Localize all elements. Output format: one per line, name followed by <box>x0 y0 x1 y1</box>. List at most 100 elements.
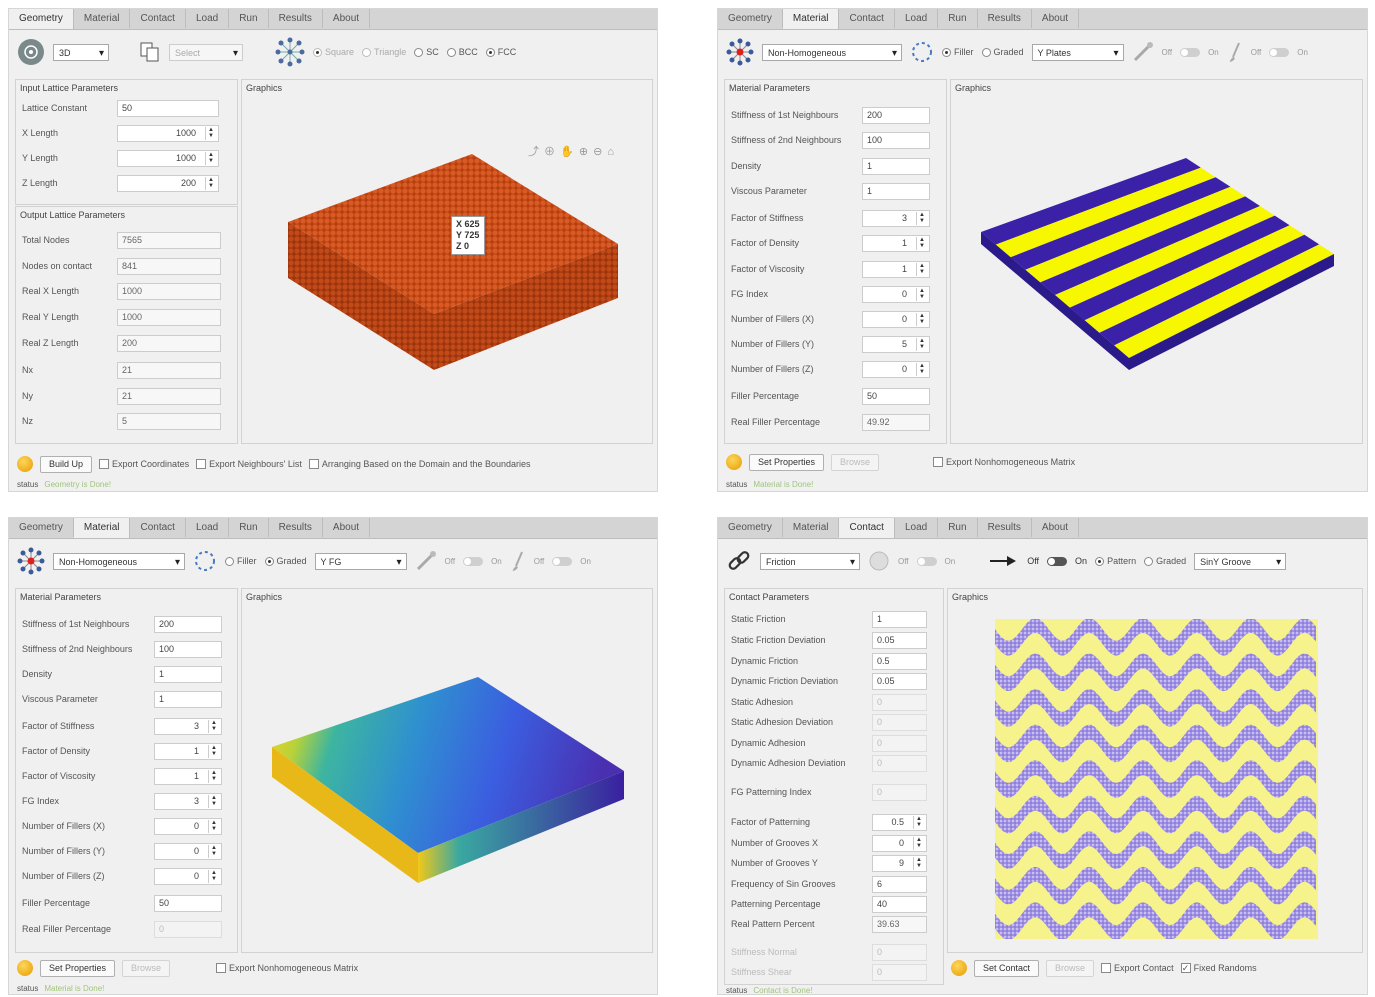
sin-groove-frequency-input[interactable]: 6 <box>872 876 927 893</box>
pattern-select[interactable]: Y Plates <box>1031 43 1124 62</box>
factor-density-stepper[interactable]: 1 ▲ ▼ <box>154 743 222 760</box>
dynamic-adhesion-input[interactable]: 0 <box>872 735 927 752</box>
fg-index-stepper[interactable]: 3 ▲ ▼ <box>154 793 222 810</box>
radio-filler[interactable]: Filler <box>225 556 257 566</box>
spin-arrows-icon[interactable]: ▲ ▼ <box>916 313 927 326</box>
pattern-toggle[interactable] <box>1047 556 1068 566</box>
factor-viscosity-stepper[interactable]: 1 ▲ ▼ <box>154 768 222 785</box>
tab-results[interactable]: Results <box>269 518 323 537</box>
density-input[interactable]: 1 <box>154 666 222 683</box>
tab-contact[interactable]: Contact <box>130 9 186 28</box>
select-dropdown[interactable]: Select <box>169 43 243 62</box>
fillers-z-stepper[interactable]: 0 ▲ ▼ <box>154 868 222 885</box>
set-contact-button[interactable]: Set Contact <box>974 959 1040 977</box>
radio-graded[interactable]: Graded <box>1144 556 1186 566</box>
fillers-x-stepper[interactable]: 0 ▲ ▼ <box>154 818 222 835</box>
tab-contact[interactable]: Contact <box>839 9 895 28</box>
tab-material[interactable]: Material <box>782 9 840 29</box>
spin-arrows-icon[interactable]: ▲ ▼ <box>916 212 927 225</box>
factor-density-stepper[interactable]: 1 ▲ ▼ <box>862 235 930 252</box>
brush-toggle[interactable] <box>1269 47 1290 57</box>
export-coordinates-checkbox[interactable]: Export Coordinates <box>99 459 189 469</box>
tab-geometry[interactable]: Geometry <box>9 9 74 29</box>
set-properties-button[interactable]: Set Properties <box>749 453 825 471</box>
tab-material[interactable]: Material <box>783 518 840 537</box>
tab-contact[interactable]: Contact <box>839 518 895 538</box>
tab-about[interactable]: About <box>1032 518 1080 537</box>
dynamic-adhesion-deviation-input[interactable]: 0 <box>872 755 927 772</box>
tab-geometry[interactable]: Geometry <box>718 518 783 537</box>
patterning-percentage-input[interactable]: 40 <box>872 896 927 913</box>
spin-arrows-icon[interactable]: ▲ ▼ <box>208 870 219 883</box>
browse-button[interactable]: Browse <box>831 453 880 471</box>
fillers-y-stepper[interactable]: 5 ▲ ▼ <box>862 336 930 353</box>
fg-index-stepper[interactable]: 0 ▲ ▼ <box>862 286 930 303</box>
static-friction-input[interactable]: 1 <box>872 611 927 628</box>
y-length-stepper[interactable]: 1000 ▲ ▼ <box>117 150 219 167</box>
fillers-x-stepper[interactable]: 0 ▲ ▼ <box>862 311 930 328</box>
spin-arrows-icon[interactable]: ▲ ▼ <box>208 820 219 833</box>
radio-pattern[interactable]: Pattern <box>1095 556 1136 566</box>
dynamic-friction-deviation-input[interactable]: 0.05 <box>872 673 927 690</box>
tab-contact[interactable]: Contact <box>130 518 186 537</box>
tab-load[interactable]: Load <box>186 9 230 28</box>
fillers-y-stepper[interactable]: 0 ▲ ▼ <box>154 843 222 860</box>
stiffness-1st-input[interactable]: 200 <box>154 616 222 633</box>
brush-icon[interactable] <box>510 550 526 572</box>
tab-material[interactable]: Material <box>74 9 131 28</box>
tab-run[interactable]: Run <box>229 9 269 28</box>
viscous-input[interactable]: 1 <box>154 691 222 708</box>
export-neighbours-checkbox[interactable]: Export Neighbours' List <box>196 459 302 469</box>
globe-toggle[interactable] <box>916 556 937 566</box>
spin-arrows-icon[interactable]: ▲ ▼ <box>208 770 219 783</box>
z-length-stepper[interactable]: 200 ▲ ▼ <box>117 175 219 192</box>
pipette-toggle[interactable] <box>1180 47 1201 57</box>
fillers-z-stepper[interactable]: 0 ▲ ▼ <box>862 361 930 378</box>
tab-run[interactable]: Run <box>938 518 978 537</box>
brush-icon[interactable] <box>1227 41 1243 63</box>
radio-triangle[interactable]: Triangle <box>362 47 406 57</box>
tab-material[interactable]: Material <box>73 518 131 538</box>
fixed-randoms-checkbox[interactable]: ✓ Fixed Randoms <box>1180 963 1257 973</box>
static-adhesion-deviation-input[interactable]: 0 <box>872 714 927 731</box>
pattern-select[interactable]: SinY Groove <box>1194 552 1287 571</box>
tab-load[interactable]: Load <box>895 518 939 537</box>
stiffness-2nd-input[interactable]: 100 <box>862 132 930 149</box>
spin-arrows-icon[interactable]: ▲ ▼ <box>913 837 924 850</box>
factor-stiffness-stepper[interactable]: 3 ▲ ▼ <box>154 718 222 735</box>
tab-run[interactable]: Run <box>229 518 269 537</box>
spin-arrows-icon[interactable]: ▲ ▼ <box>208 720 219 733</box>
static-adhesion-input[interactable]: 0 <box>872 694 927 711</box>
tab-results[interactable]: Results <box>978 9 1032 28</box>
homogeneity-select[interactable]: Non-Homogeneous <box>53 552 185 571</box>
dimension-select[interactable]: 3D <box>53 43 109 62</box>
density-input[interactable]: 1 <box>862 158 930 175</box>
pipette-icon[interactable] <box>415 550 437 572</box>
spin-arrows-icon[interactable]: ▲ ▼ <box>913 857 924 870</box>
radio-fcc[interactable]: FCC <box>485 47 516 57</box>
tab-run[interactable]: Run <box>938 9 978 28</box>
tab-results[interactable]: Results <box>269 9 323 28</box>
set-properties-button[interactable]: Set Properties <box>40 959 116 977</box>
spin-arrows-icon[interactable]: ▲ ▼ <box>205 152 216 165</box>
stiffness-shear-input[interactable]: 0 <box>872 964 927 981</box>
spin-arrows-icon[interactable]: ▲ ▼ <box>205 177 216 190</box>
export-nonhomogeneous-checkbox[interactable]: Export Nonhomogeneous Matrix <box>216 963 358 973</box>
tab-geometry[interactable]: Geometry <box>718 9 783 28</box>
spin-arrows-icon[interactable]: ▲ ▼ <box>205 127 216 140</box>
stiffness-normal-input[interactable]: 0 <box>872 944 927 961</box>
filler-percentage-input[interactable]: 50 <box>862 388 930 405</box>
factor-stiffness-stepper[interactable]: 3 ▲ ▼ <box>862 210 930 227</box>
spin-arrows-icon[interactable]: ▲ ▼ <box>913 816 924 829</box>
dynamic-friction-input[interactable]: 0.5 <box>872 653 927 670</box>
export-contact-checkbox[interactable]: Export Contact <box>1101 963 1174 973</box>
filler-percentage-input[interactable]: 50 <box>154 895 222 912</box>
export-nonhomogeneous-checkbox[interactable]: Export Nonhomogeneous Matrix <box>933 457 1075 467</box>
radio-filler[interactable]: Filler <box>942 47 974 57</box>
build-up-button[interactable]: Build Up <box>40 455 93 473</box>
brush-toggle[interactable] <box>552 556 573 566</box>
tab-about[interactable]: About <box>323 518 371 537</box>
radio-graded[interactable]: Graded <box>981 47 1024 57</box>
tab-load[interactable]: Load <box>895 9 939 28</box>
tab-results[interactable]: Results <box>978 518 1032 537</box>
